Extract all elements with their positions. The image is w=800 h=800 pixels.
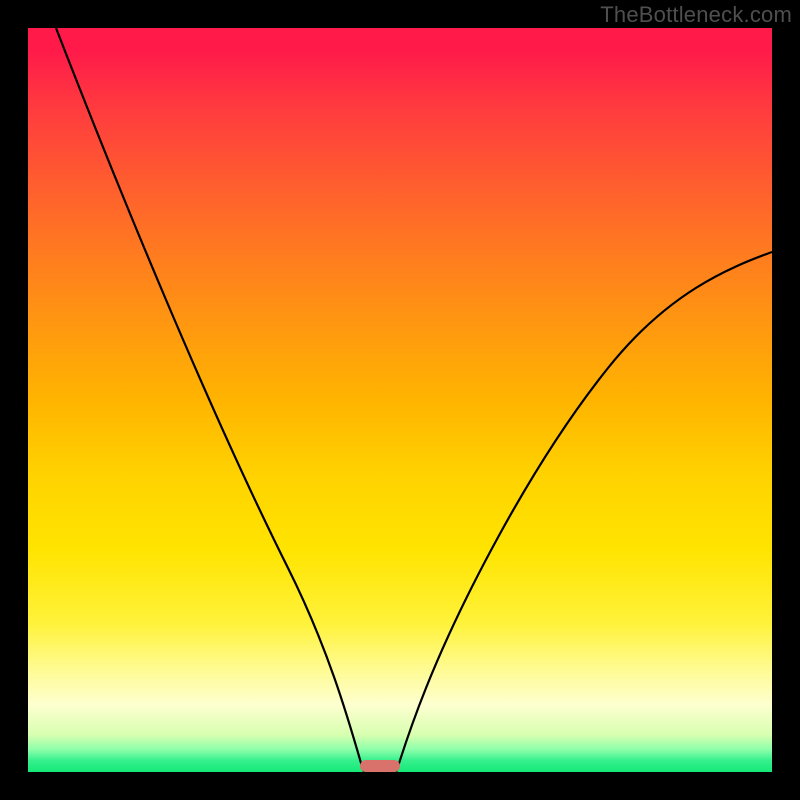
plot-area: [28, 28, 772, 772]
curve-left-branch: [56, 28, 365, 772]
chart-frame: TheBottleneck.com: [0, 0, 800, 800]
bottleneck-marker: [360, 760, 400, 772]
curve-layer: [28, 28, 772, 772]
curve-right-branch: [396, 252, 772, 772]
watermark-text: TheBottleneck.com: [600, 2, 792, 28]
